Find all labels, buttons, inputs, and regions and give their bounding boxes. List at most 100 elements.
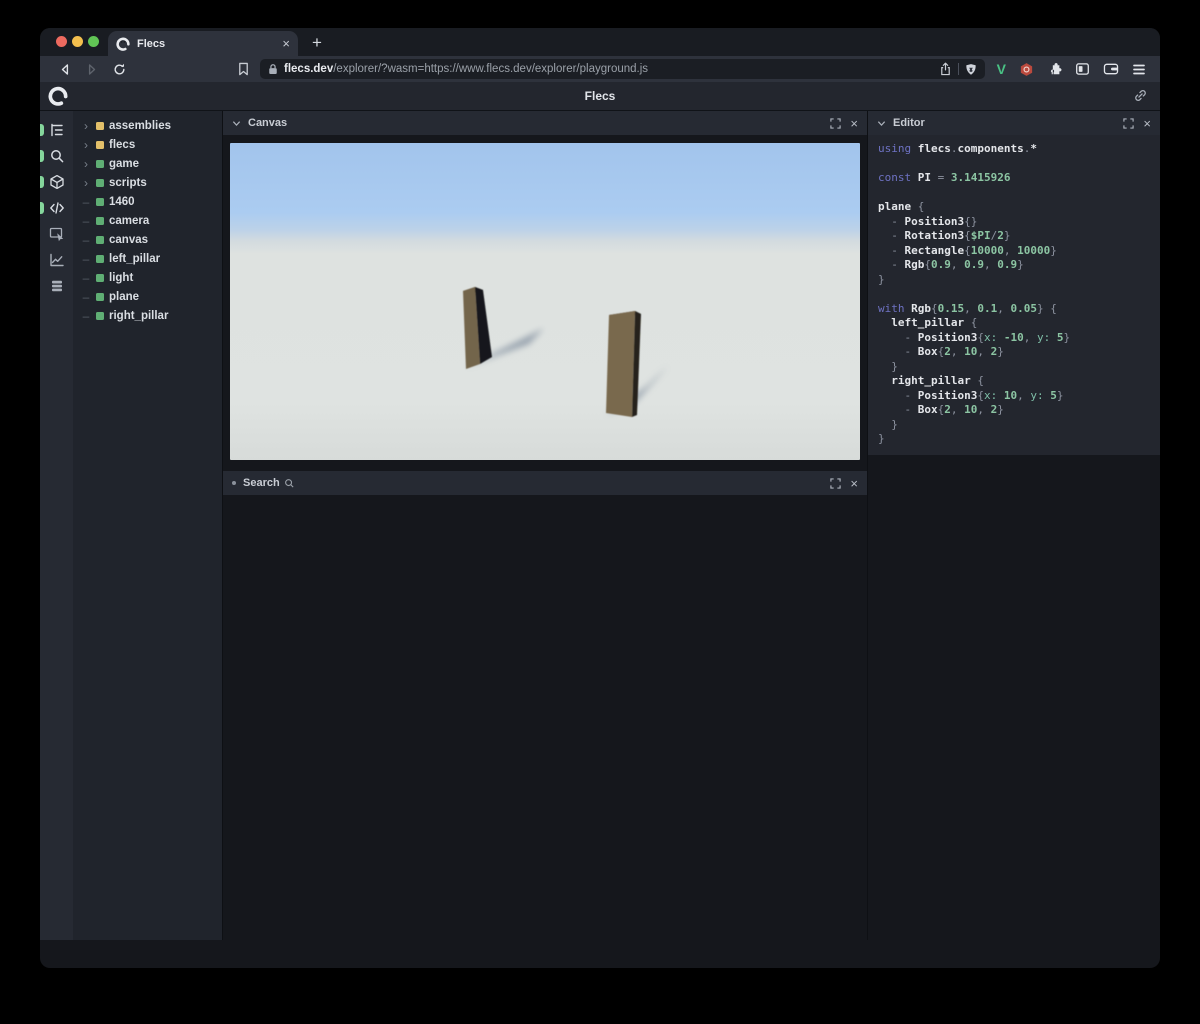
close-window-button[interactable] [56,36,67,47]
entity-tree-panel: › assemblies › flecs › game › scripts – 1460 – came… [73,111,222,940]
expand-chevron-icon[interactable]: › [81,158,91,170]
bookmark-icon[interactable] [232,58,254,80]
inspector-cursor-icon [49,227,63,242]
entity-tree-icon [50,123,63,137]
entity-color-swatch [96,178,104,187]
editor-column: Editor × using flecs.components.* const P… [867,111,1160,940]
right-pillar-mesh [606,311,641,417]
reload-button[interactable] [108,58,130,80]
code-line: - Rotation3{$PI/2} [878,229,1011,242]
tree-item-label: scripts [109,176,147,189]
chevron-down-icon[interactable] [877,119,886,128]
app-title: Flecs [584,89,616,103]
activity-search-button[interactable] [40,143,73,169]
tree-item-light[interactable]: – light [73,268,222,287]
share-icon[interactable] [939,62,952,76]
extensions-puzzle-icon[interactable] [1047,62,1062,77]
brave-shield-icon[interactable] [965,63,977,76]
code-line: - Box{2, 10, 2} [878,403,1004,416]
code-area[interactable]: using flecs.components.* const PI = 3.141… [868,135,1160,455]
code-line: - Box{2, 10, 2} [878,345,1004,358]
stats-chart-icon [49,253,64,267]
extensions-area: V [997,61,1146,77]
close-panel-icon[interactable]: × [1143,117,1151,130]
activity-entity-tree-button[interactable] [40,117,73,143]
tree-item-right_pillar[interactable]: – right_pillar [73,306,222,325]
browser-window: Flecs × + flecs.dev/explorer/?wasm=https… [40,28,1160,968]
editor-panel-header: Editor × [868,111,1160,135]
expand-panel-icon[interactable] [830,117,842,129]
activity-code-editor-button[interactable] [40,195,73,221]
browser-tab-strip: Flecs × + [40,28,1160,56]
center-column: Canvas × Search × [222,111,867,940]
entity-color-swatch [96,273,104,282]
tree-item-label: game [109,157,140,170]
back-button[interactable] [54,58,76,80]
expand-chevron-icon[interactable]: › [81,120,91,132]
activity-canvas-button[interactable] [40,169,73,195]
new-tab-button[interactable]: + [312,33,322,53]
code-line: left_pillar { [891,316,978,329]
entity-color-swatch [96,197,104,206]
tree-item-1460[interactable]: – 1460 [73,192,222,211]
flecs-logo [48,86,68,106]
red-extension-icon[interactable] [1019,62,1034,77]
maximize-window-button[interactable] [88,36,99,47]
entity-color-swatch [96,254,104,263]
vue-devtools-extension-icon[interactable]: V [997,61,1006,77]
expand-chevron-icon[interactable]: › [81,139,91,151]
close-panel-icon[interactable]: × [850,117,858,130]
expand-panel-icon[interactable] [830,477,842,489]
sidebar-icon[interactable] [1075,62,1090,76]
tree-item-camera[interactable]: – camera [73,211,222,230]
activity-stats-button[interactable] [40,247,73,273]
canvas-3d-viewport[interactable] [230,143,860,460]
minimize-window-button[interactable] [72,36,83,47]
entity-color-swatch [96,159,104,168]
wallet-icon[interactable] [1103,62,1119,76]
code-line: with Rgb{0.15, 0.1, 0.05} { [878,301,1057,315]
tree-item-flecs[interactable]: › flecs [73,135,222,154]
code-line: right_pillar { [891,374,984,387]
entity-color-swatch [96,121,104,130]
canvas-panel-header: Canvas × [223,111,867,135]
chevron-down-icon[interactable] [232,119,241,128]
leaf-dash-icon: – [82,289,90,304]
tree-item-scripts[interactable]: › scripts [73,173,222,192]
url-bar[interactable]: flecs.dev/explorer/?wasm=https://www.fle… [260,59,985,79]
browser-menu-icon[interactable] [1132,63,1146,76]
expand-panel-icon[interactable] [1123,117,1135,129]
tree-item-game[interactable]: › game [73,154,222,173]
leaf-dash-icon: – [82,194,90,209]
logs-list-icon [51,280,62,292]
entity-color-swatch [96,311,104,320]
tree-item-assemblies[interactable]: › assemblies [73,116,222,135]
activity-inspector-button[interactable] [40,221,73,247]
tree-item-label: camera [109,214,150,227]
activity-bar [40,111,73,940]
search-magnifier-icon [284,478,294,488]
browser-tab-flecs[interactable]: Flecs × [108,31,298,56]
code-line: plane { [878,200,925,213]
entity-color-swatch [96,140,104,149]
tree-item-plane[interactable]: – plane [73,287,222,306]
close-panel-icon[interactable]: × [850,477,858,490]
code-line: - Rectangle{10000, 10000} [878,243,1057,257]
activity-logs-button[interactable] [40,273,73,299]
code-line: } [878,417,898,431]
collapsed-indicator-icon[interactable] [232,481,236,485]
tree-item-label: right_pillar [109,309,169,322]
tree-item-left_pillar[interactable]: – left_pillar [73,249,222,268]
entity-color-swatch [96,235,104,244]
search-icon [50,150,63,163]
forward-button[interactable] [80,58,102,80]
share-link-icon[interactable] [1133,88,1148,103]
expand-chevron-icon[interactable]: › [81,177,91,189]
code-line: } [878,432,885,445]
tree-item-canvas[interactable]: – canvas [73,230,222,249]
tree-item-label: canvas [109,233,149,246]
tab-close-icon[interactable]: × [282,37,290,50]
leaf-dash-icon: – [82,308,90,323]
leaf-dash-icon: – [82,213,90,228]
